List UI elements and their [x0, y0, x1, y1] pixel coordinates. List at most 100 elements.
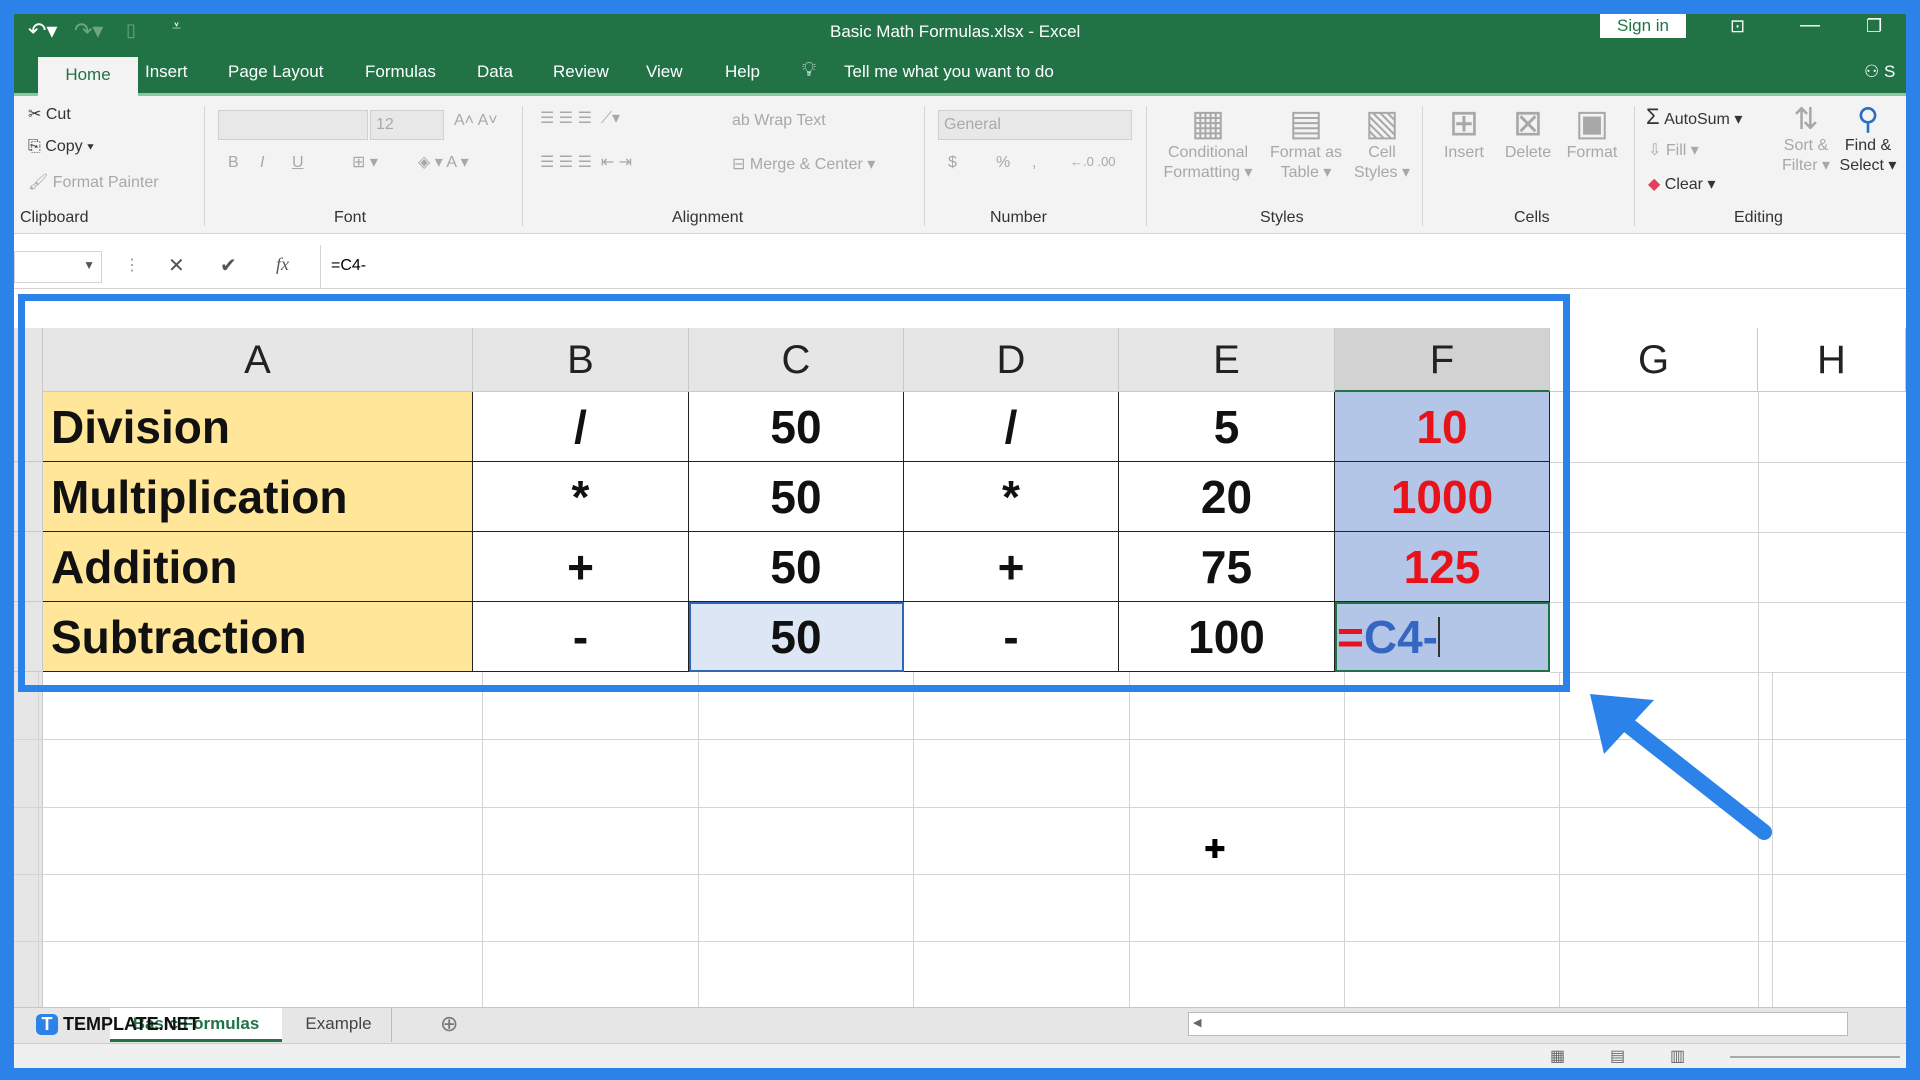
restore-button[interactable]: ❐ [1866, 16, 1882, 37]
sigma-icon: Σ [1646, 104, 1660, 129]
number-group-label: Number [990, 209, 1047, 226]
horizontal-scrollbar[interactable]: ◀ [1188, 1012, 1848, 1036]
minimize-button[interactable]: — [1800, 14, 1820, 37]
cut-button[interactable]: ✂ Cut [28, 104, 71, 124]
font-size-select[interactable]: 12 [370, 110, 444, 140]
enter-icon[interactable]: ✔ [220, 253, 237, 278]
redo-icon[interactable]: ↷▾ [74, 18, 103, 44]
gridline [698, 672, 699, 1038]
zoom-slider[interactable] [1730, 1056, 1900, 1058]
gridline [1344, 672, 1345, 1038]
delete-cells-button[interactable]: ⊠ Delete [1496, 102, 1560, 162]
editing-group-label: Editing [1734, 209, 1783, 226]
sort-label: Sort & [1783, 137, 1829, 154]
align-left-icons[interactable]: ☰ ☰ ☰ ⇤ ⇥ [540, 152, 632, 172]
tab-view[interactable]: View [646, 62, 683, 82]
align-top-icons[interactable]: ☰ ☰ ☰ ⟋▾ [540, 108, 620, 128]
clipboard-group-label: Clipboard [20, 209, 89, 226]
merge-center-button[interactable]: ⊟ Merge & Center ▾ [732, 154, 875, 174]
name-box-dropdown-icon[interactable]: ▼ [83, 258, 95, 272]
template-logo-icon: T [36, 1014, 58, 1035]
sheet-tabs-bar: Basic Formulas Example ⊕ ◀ T TEMPLATE.NE… [14, 1007, 1906, 1043]
copy-button[interactable]: ⎘ Copy ▾ [28, 138, 94, 156]
gridline [1550, 532, 1906, 533]
tab-formulas[interactable]: Formulas [365, 62, 436, 82]
fat-label: Format as [1269, 144, 1342, 161]
sort-filter-button[interactable]: ⇅ Sort & Filter ▾ [1778, 102, 1834, 175]
column-header-g[interactable]: G [1550, 328, 1758, 392]
sheet-tab-example[interactable]: Example [286, 1008, 392, 1042]
decimal-icons[interactable]: ←.0 .00 [1070, 154, 1116, 169]
underline-button[interactable]: U [292, 154, 304, 172]
divider [522, 106, 523, 226]
format-cells-button[interactable]: ▣ Format [1560, 102, 1624, 162]
cs-label: Cell [1368, 144, 1396, 161]
sign-in-button[interactable]: Sign in [1600, 14, 1686, 38]
format-cells-icon: ▣ [1574, 102, 1609, 143]
gridline [913, 672, 914, 1038]
cf-label: Conditional [1167, 144, 1249, 161]
watermark-text: TEMPLATE.NET [63, 1014, 200, 1034]
find-select-button[interactable]: ⚲ Find & Select ▾ [1836, 102, 1900, 175]
tab-insert[interactable]: Insert [145, 62, 188, 82]
cell-styles-icon: ▧ [1364, 102, 1399, 143]
find-label-2: Select [1839, 157, 1884, 174]
bold-button[interactable]: B [228, 154, 239, 172]
conditional-formatting-icon: ▦ [1190, 102, 1225, 143]
autosum-label: AutoSum [1664, 111, 1730, 128]
column-header-h[interactable]: H [1758, 328, 1906, 392]
gridline [14, 874, 1906, 875]
undo-icon[interactable]: ↶▾ [28, 18, 57, 44]
watermark-logo: T TEMPLATE.NET [36, 1014, 200, 1035]
number-format-select[interactable]: General [938, 110, 1132, 140]
person-icon: ⚇ [1864, 62, 1880, 81]
currency-button[interactable]: $ [948, 154, 957, 172]
formula-input[interactable]: =C4- [320, 245, 1906, 289]
cf-label-2: Formatting [1163, 164, 1240, 181]
share-button[interactable]: ⚇ S [1864, 62, 1895, 82]
insert-cells-button[interactable]: ⊞ Insert [1434, 102, 1494, 162]
gridline [38, 672, 39, 1038]
touch-mode-icon[interactable]: ▯ [126, 20, 136, 41]
gridline [1550, 672, 1906, 673]
grip-icon: ⋮ [124, 257, 140, 274]
format-painter-button[interactable]: 🖌︎ Format Painter [28, 172, 159, 192]
clear-button[interactable]: ◆ Clear ▾ [1648, 174, 1715, 194]
wrap-text-button[interactable]: ab Wrap Text [732, 112, 826, 130]
cancel-icon[interactable]: ✕ [168, 253, 185, 278]
tab-review[interactable]: Review [553, 62, 609, 82]
tab-page-layout[interactable]: Page Layout [228, 62, 323, 82]
italic-button[interactable]: I [260, 154, 264, 172]
increase-font-icon[interactable]: A˄ A˅ [454, 112, 498, 130]
borders-icon[interactable]: ⊞ ▾ [352, 152, 378, 172]
conditional-formatting-button[interactable]: ▦ Conditional Formatting ▾ [1154, 102, 1262, 182]
tell-me-search[interactable]: Tell me what you want to do [844, 62, 1054, 82]
delete-cells-icon: ⊠ [1512, 102, 1544, 143]
name-box[interactable]: ▼ [14, 251, 102, 283]
share-label: S [1883, 62, 1896, 81]
normal-view-icon[interactable]: ▦ [1550, 1046, 1565, 1066]
add-sheet-icon[interactable]: ⊕ [440, 1011, 458, 1037]
fill-color-icon[interactable]: ◈ ▾ A ▾ [418, 152, 469, 172]
insert-function-icon[interactable]: fx [276, 254, 289, 275]
ribbon-display-icon[interactable]: ⊡ [1730, 16, 1745, 37]
font-name-select[interactable] [218, 110, 368, 140]
page-layout-view-icon[interactable]: ▤ [1610, 1046, 1625, 1066]
scroll-left-icon[interactable]: ◀ [1189, 1017, 1201, 1029]
fill-button[interactable]: ⇩ Fill ▾ [1648, 140, 1699, 160]
paintbrush-icon: 🖌︎ [28, 174, 49, 191]
gridline [1550, 462, 1906, 463]
tab-help[interactable]: Help [725, 62, 760, 82]
copy-label: Copy [45, 138, 83, 155]
fill-down-icon: ⇩ [1648, 142, 1662, 159]
tab-data[interactable]: Data [477, 62, 513, 82]
cell-styles-button[interactable]: ▧ Cell Styles ▾ [1350, 102, 1414, 182]
format-as-table-button[interactable]: ▤ Format as Table ▾ [1264, 102, 1348, 182]
autosum-button[interactable]: Σ AutoSum ▾ [1646, 104, 1742, 130]
alignment-group-label: Alignment [672, 209, 744, 226]
tab-home[interactable]: Home [38, 57, 138, 96]
customize-qat-icon[interactable]: ⩡ [172, 18, 181, 36]
percent-button[interactable]: % [996, 154, 1010, 172]
page-break-view-icon[interactable]: ▥ [1670, 1046, 1685, 1066]
comma-button[interactable]: , [1032, 154, 1036, 172]
